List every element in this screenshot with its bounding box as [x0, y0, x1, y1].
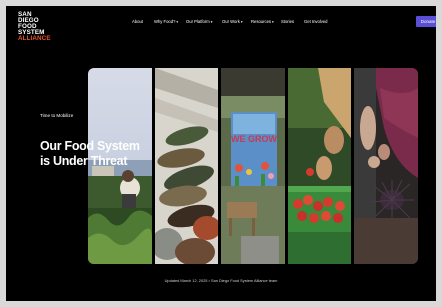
- hero-photo-tomatoes: [288, 68, 351, 264]
- nav-item-label: Our Platform: [186, 19, 210, 24]
- chevron-down-icon: ▾: [272, 20, 274, 24]
- nav-item-our-platform[interactable]: Our Platform▾: [186, 19, 213, 24]
- sign-text: WE GROW: [231, 134, 277, 144]
- updated-note: Updated March 12, 2025 • San Diego Food …: [164, 278, 278, 283]
- hero-photo-corn: [155, 68, 218, 264]
- nav-item-resources[interactable]: Resources▾: [251, 19, 274, 24]
- hero-eyebrow: Time to Mobilize: [40, 113, 74, 118]
- hero-headline-line-2: is Under Threat: [40, 153, 128, 168]
- hero-photo-sea-urchin: [354, 68, 418, 264]
- nav-item-label: Resources: [251, 19, 272, 24]
- nav-item-label: About: [132, 19, 143, 24]
- logo-line-5: ALLIANCE: [18, 35, 51, 42]
- nav-item-label: Our Work: [222, 19, 240, 24]
- chevron-down-icon: ▾: [240, 20, 243, 24]
- hero-photo-garden-sign: WE GROW: [221, 68, 285, 264]
- hero-headline: Our Food System is Under Threat: [40, 139, 160, 168]
- chevron-down-icon: ▾: [176, 20, 179, 24]
- chevron-down-icon: ▾: [210, 20, 213, 24]
- nav-item-why-food[interactable]: Why Food?▾: [154, 19, 178, 24]
- donate-button[interactable]: Donate: [416, 16, 436, 27]
- nav-item-stories[interactable]: Stories: [281, 19, 294, 24]
- main-nav: About Why Food?▾ Our Platform▾ Our Work▾…: [6, 19, 436, 29]
- hero-headline-line-1: Our Food System: [40, 139, 140, 153]
- nav-item-our-work[interactable]: Our Work▾: [222, 19, 243, 24]
- nav-item-label: Why Food?: [154, 19, 176, 24]
- browser-viewport: SAN DIEGO FOOD SYSTEM ALLIANCE About Why…: [6, 6, 436, 301]
- nav-item-label: Stories: [281, 19, 295, 24]
- nav-item-get-involved[interactable]: Get Involved: [304, 19, 328, 24]
- nav-item-label: Get Involved: [304, 19, 328, 24]
- nav-item-about[interactable]: About: [132, 19, 143, 24]
